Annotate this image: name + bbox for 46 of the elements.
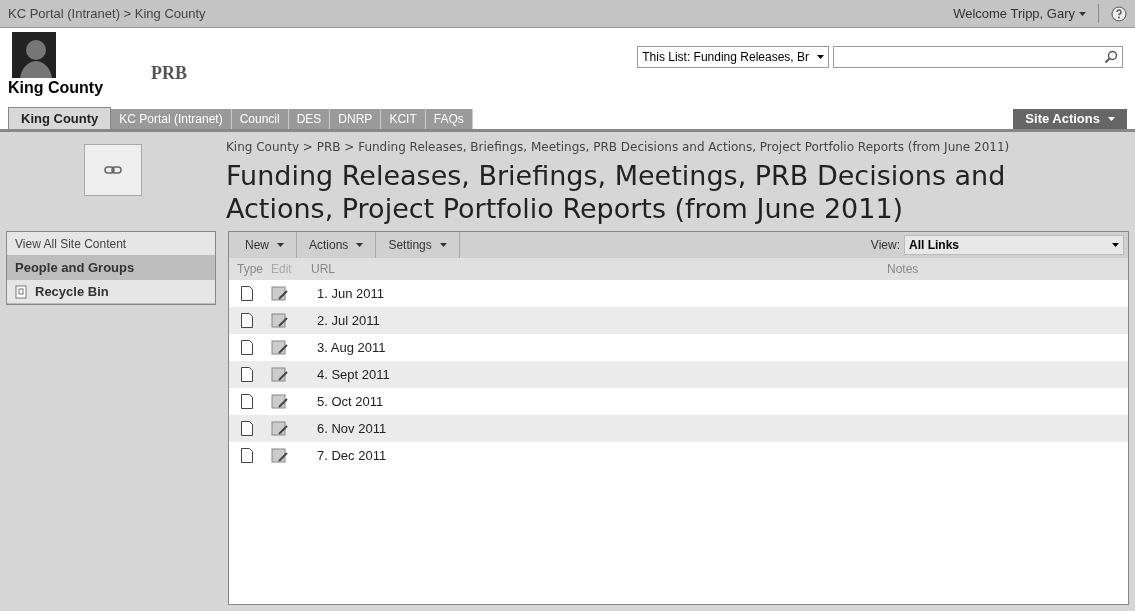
page-breadcrumb[interactable]: King County > PRB > Funding Releases, Briefings, Meetings, PRB Decisions and Actions, Project Portfolio Reports (from June 2011) <box>226 140 1127 155</box>
url-link[interactable]: 7. Dec 2011 <box>317 445 387 466</box>
link-icon <box>104 165 122 175</box>
view-label: View: <box>870 237 900 254</box>
site-actions-button[interactable]: Site Actions <box>1013 109 1127 129</box>
document-icon <box>241 286 253 301</box>
document-icon <box>241 421 253 436</box>
site-title[interactable]: PRB <box>151 60 188 110</box>
document-icon <box>241 340 253 355</box>
edit-icon[interactable] <box>271 447 289 464</box>
caret-icon <box>277 243 284 247</box>
url-link[interactable]: 6. Nov 2011 <box>317 418 387 439</box>
edit-icon[interactable] <box>271 339 289 356</box>
view-dropdown[interactable]: All Links <box>904 235 1124 255</box>
caret-icon <box>356 243 364 247</box>
url-link[interactable]: 1. Jun 2011 <box>317 283 384 304</box>
edit-icon[interactable] <box>271 420 289 437</box>
edit-icon[interactable] <box>271 312 289 329</box>
logo-silhouette-icon <box>12 32 56 78</box>
caret-icon <box>439 243 447 247</box>
search-icon[interactable] <box>1104 50 1118 64</box>
search-field[interactable] <box>833 46 1123 68</box>
document-icon <box>241 448 253 463</box>
url-link[interactable]: 4. Sept 2011 <box>317 364 390 385</box>
help-icon[interactable] <box>1111 5 1127 22</box>
search-scope-dropdown[interactable]: This List: Funding Releases, Br <box>637 46 829 68</box>
top-breadcrumb[interactable]: KC Portal (Intranet) > King County <box>8 3 206 24</box>
logo-caption: King County <box>8 78 104 98</box>
url-link[interactable]: 2. Jul 2011 <box>317 310 380 331</box>
recycle-bin-icon <box>15 284 27 299</box>
caret-icon <box>1112 243 1119 247</box>
document-icon <box>241 394 253 409</box>
sidebar-item[interactable]: People and Groups <box>7 256 215 280</box>
nav-tab[interactable]: King County <box>8 107 112 129</box>
caret-icon <box>817 55 824 59</box>
caret-icon <box>1079 11 1086 16</box>
url-link[interactable]: 3. Aug 2011 <box>317 337 386 358</box>
edit-icon[interactable] <box>271 366 289 383</box>
caret-icon <box>1108 117 1115 121</box>
document-icon <box>241 313 253 328</box>
url-link[interactable]: 5. Oct 2011 <box>317 391 384 412</box>
welcome-menu[interactable]: Welcome Tripp, Gary <box>953 3 1099 24</box>
edit-icon[interactable] <box>271 285 289 302</box>
edit-icon[interactable] <box>271 393 289 410</box>
document-icon <box>241 367 253 382</box>
page-title: Funding Releases, Briefings, Meetings, PRB Decisions and Actions, Project Portfolio Reports (from June 2011) <box>226 159 1007 225</box>
